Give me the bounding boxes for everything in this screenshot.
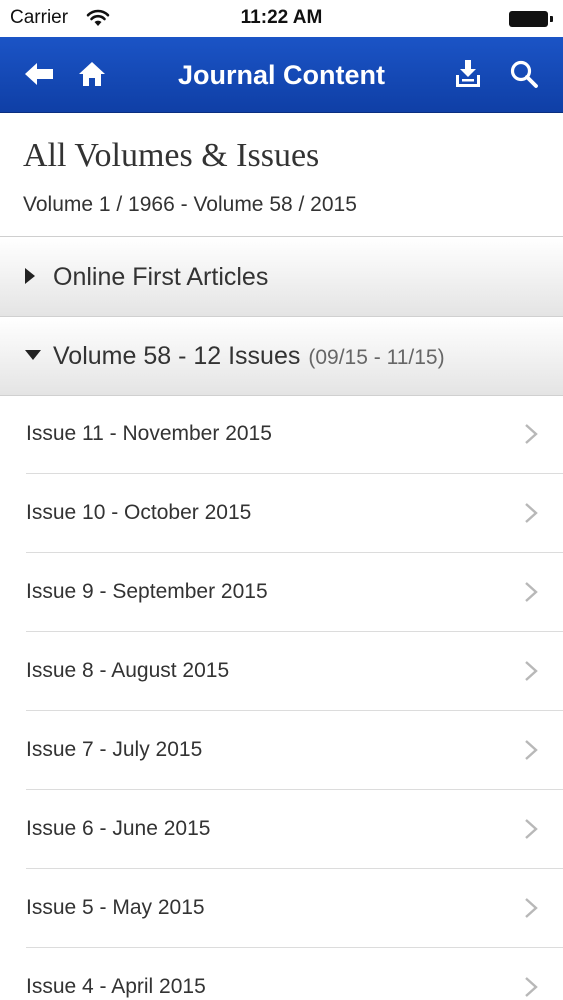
section-online-first[interactable]: Online First Articles: [0, 238, 563, 317]
search-icon: [510, 60, 538, 88]
issue-row[interactable]: Issue 10 - October 2015: [0, 474, 563, 553]
section-label: Volume 58 - 12 Issues (09/15 - 11/15): [53, 342, 445, 371]
issue-label: Issue 11 - November 2015: [26, 422, 272, 445]
issue-label: Issue 8 - August 2015: [26, 659, 230, 682]
issue-row[interactable]: Issue 5 - May 2015: [0, 869, 563, 948]
download-icon: [456, 60, 480, 87]
issue-label: Issue 6 - June 2015: [26, 817, 211, 840]
chevron-right-icon: [525, 740, 538, 760]
issue-row[interactable]: Issue 4 - April 2015: [0, 948, 563, 1000]
back-button[interactable]: [21, 56, 57, 92]
issue-label: Issue 9 - September 2015: [26, 580, 268, 603]
home-button[interactable]: [74, 56, 110, 92]
page-title: All Volumes & Issues: [23, 137, 320, 174]
chevron-right-icon: [525, 819, 538, 839]
chevron-right-icon: [525, 977, 538, 997]
issue-row[interactable]: Issue 6 - June 2015: [0, 790, 563, 869]
issue-label: Issue 7 - July 2015: [26, 738, 203, 761]
download-button[interactable]: [450, 56, 486, 92]
status-time: 11:22 AM: [240, 7, 323, 28]
chevron-right-icon: [525, 661, 538, 681]
caret-right-icon: [25, 268, 35, 284]
section-label: Online First Articles: [53, 263, 269, 291]
section-volume-58[interactable]: Volume 58 - 12 Issues (09/15 - 11/15): [0, 317, 563, 396]
chevron-right-icon: [525, 424, 538, 444]
issue-label: Issue 4 - April 2015: [26, 975, 206, 998]
chevron-right-icon: [525, 582, 538, 602]
back-arrow-icon: [25, 63, 53, 85]
issue-list: Issue 11 - November 2015 Issue 10 - Octo…: [0, 395, 563, 1000]
chevron-right-icon: [525, 503, 538, 523]
home-icon: [79, 62, 105, 86]
issue-row[interactable]: Issue 8 - August 2015: [0, 632, 563, 711]
volume-date-range: (09/15 - 11/15): [308, 346, 445, 369]
issue-label: Issue 10 - October 2015: [26, 501, 252, 524]
chevron-right-icon: [525, 898, 538, 918]
volume-title: Volume 58 - 12 Issues: [53, 342, 301, 370]
page-subtitle: Volume 1 / 1966 - Volume 58 / 2015: [23, 193, 357, 216]
issue-row[interactable]: Issue 11 - November 2015: [0, 395, 563, 474]
search-button[interactable]: [506, 56, 542, 92]
issue-row[interactable]: Issue 7 - July 2015: [0, 711, 563, 790]
caret-down-icon: [25, 350, 41, 360]
issue-row[interactable]: Issue 9 - September 2015: [0, 553, 563, 632]
page-header: All Volumes & Issues Volume 1 / 1966 - V…: [0, 113, 563, 237]
status-bar: Carrier 11:22 AM: [0, 0, 563, 37]
nav-bar: Journal Content: [0, 37, 563, 113]
battery-icon: [509, 11, 553, 27]
issue-label: Issue 5 - May 2015: [26, 896, 205, 919]
